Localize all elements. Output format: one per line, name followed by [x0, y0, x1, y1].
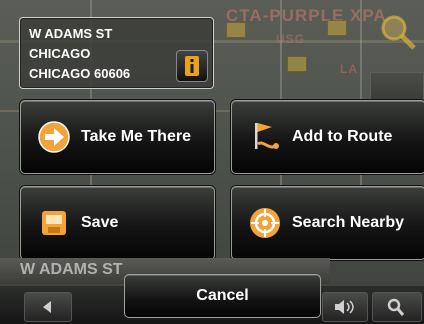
volume-button[interactable] — [322, 292, 368, 322]
add-to-route-label: Add to Route — [292, 128, 393, 145]
search-nearby-label: Search Nearby — [292, 214, 405, 231]
chevron-left-icon — [43, 301, 51, 313]
address-card: W ADAMS ST CHICAGO CHICAGO 60606 — [19, 17, 214, 89]
map-label: LA — [340, 62, 358, 76]
save-button[interactable]: Save — [20, 186, 215, 260]
target-icon — [250, 208, 280, 238]
magnifier-icon — [381, 15, 416, 50]
add-to-route-button[interactable]: Add to Route — [231, 100, 424, 174]
map-label: CTA-PURPLE XPA — [226, 6, 387, 25]
cancel-button[interactable]: Cancel — [124, 274, 321, 318]
take-me-there-label: Take Me There — [81, 128, 191, 145]
speaker-icon — [335, 300, 354, 314]
flag-route-icon — [255, 123, 279, 149]
back-button[interactable] — [24, 292, 72, 322]
search-icon — [387, 298, 405, 316]
gps-screen: CTA-PURPLE XPA USG LA W ADAMS ST CHICAGO… — [0, 0, 424, 324]
address-city: CHICAGO — [29, 46, 91, 61]
take-me-there-button[interactable]: Take Me There — [20, 100, 215, 174]
arrow-right-circle-icon — [38, 121, 70, 153]
search-nearby-button[interactable]: Search Nearby — [231, 186, 424, 260]
info-icon — [185, 56, 199, 76]
address-street: W ADAMS ST — [29, 26, 113, 41]
map-label: USG — [276, 32, 306, 46]
search-button[interactable] — [372, 292, 422, 322]
map-poi-icon — [226, 22, 246, 38]
save-icon — [42, 211, 66, 235]
save-label: Save — [81, 214, 119, 231]
map-poi-icon — [327, 20, 347, 36]
address-city-zip: CHICAGO 60606 — [29, 66, 131, 81]
map-poi-icon — [287, 56, 307, 72]
info-button[interactable] — [176, 50, 208, 82]
current-street-name: W ADAMS ST — [20, 261, 123, 278]
